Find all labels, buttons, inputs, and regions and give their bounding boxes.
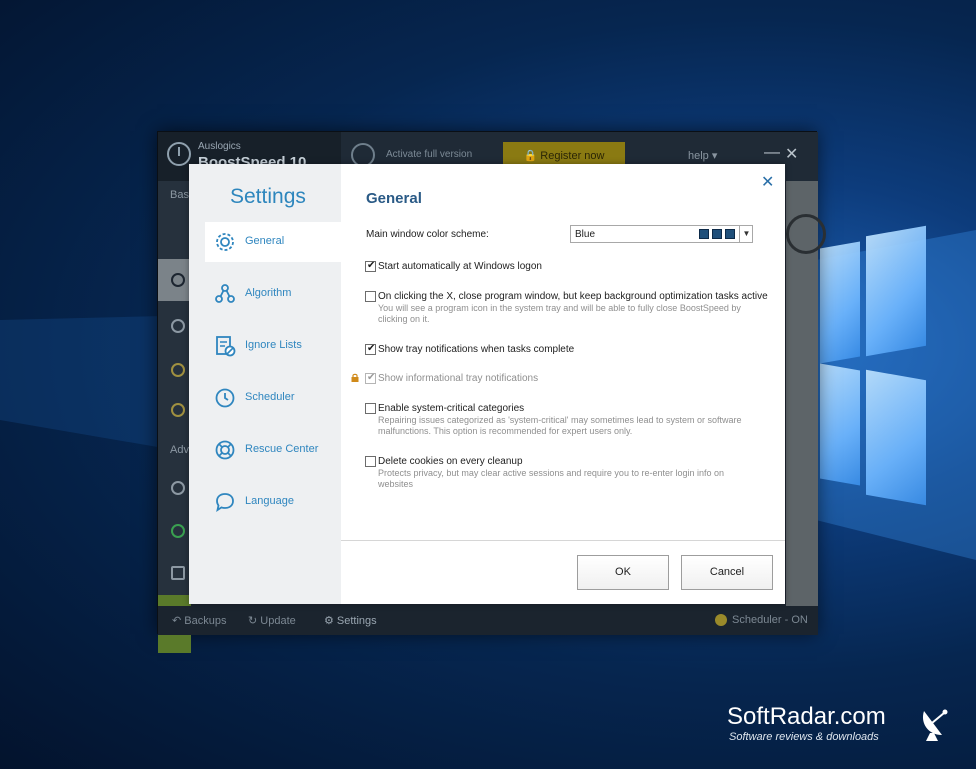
- speedometer-icon[interactable]: [171, 481, 185, 495]
- help-menu[interactable]: help ▾: [688, 149, 717, 162]
- windows-icon[interactable]: [171, 566, 185, 580]
- ok-button[interactable]: OK: [577, 555, 669, 590]
- color-swatch: [712, 229, 722, 239]
- stopwatch-icon: [167, 142, 191, 166]
- info-notifications-checkbox[interactable]: [365, 372, 376, 384]
- satellite-dish-icon: [922, 709, 948, 741]
- search-icon[interactable]: [171, 319, 185, 333]
- tray-notifications-checkbox[interactable]: [365, 343, 376, 355]
- close-to-tray-label: On clicking the X, close program window,…: [378, 291, 768, 302]
- activate-link[interactable]: Activate full version: [386, 149, 472, 160]
- nav-label-language: Language: [245, 495, 294, 507]
- watermark-title: SoftRadar.com: [727, 703, 886, 730]
- nav-item-rescue-center[interactable]: Rescue Center: [205, 430, 341, 470]
- scheduler-status-icon: [715, 614, 727, 626]
- close-icon[interactable]: ✕: [761, 172, 774, 192]
- nav-item-algorithm[interactable]: Algorithm: [205, 274, 341, 314]
- settings-nav-title: Settings: [230, 185, 306, 208]
- tray-notifications-label: Show tray notifications when tasks compl…: [378, 344, 575, 355]
- start-automatically-label: Start automatically at Windows logon: [378, 261, 542, 272]
- system-critical-checkbox[interactable]: [365, 403, 376, 414]
- nav-item-language[interactable]: Language: [205, 482, 341, 522]
- close-window-button[interactable]: ✕: [785, 144, 798, 164]
- close-to-tray-description: You will see a program icon in the syste…: [378, 303, 741, 324]
- dialog-title: General: [366, 190, 422, 207]
- close-circle-icon: [786, 214, 826, 254]
- nodes-icon: [215, 284, 235, 303]
- update-label: Update: [260, 615, 296, 627]
- delete-cookies-label: Delete cookies on every cleanup: [378, 456, 523, 467]
- close-to-tray-checkbox[interactable]: [365, 291, 376, 302]
- shield-icon[interactable]: [171, 363, 185, 377]
- sidebar-advanced-label: Adv: [170, 444, 189, 456]
- settings-nav: Settings General Algorithm Ignore Lists …: [189, 164, 341, 604]
- nav-label-algorithm: Algorithm: [245, 287, 292, 299]
- gear-shield-icon[interactable]: [171, 403, 185, 417]
- dialog-divider: [341, 540, 785, 541]
- settings-button[interactable]: ⚙ Settings: [324, 614, 377, 627]
- scheduler-status[interactable]: Scheduler - ON: [732, 614, 808, 626]
- info-notifications-label: Show informational tray notifications: [378, 373, 539, 384]
- windows-logo: [816, 215, 926, 525]
- nav-label-ignore-lists: Ignore Lists: [245, 339, 302, 351]
- settings-label: Settings: [336, 615, 377, 627]
- speech-bubble-icon: [216, 493, 234, 512]
- color-scheme-label: Main window color scheme:: [366, 229, 489, 240]
- nav-label-scheduler: Scheduler: [245, 391, 295, 403]
- lock-icon: 🔒: [523, 150, 538, 162]
- color-scheme-value: Blue: [575, 229, 596, 240]
- app-bottom-bar: ↶ Backups ↻ Update ⚙ Settings Scheduler …: [158, 606, 818, 635]
- backups-label: Backups: [184, 615, 227, 627]
- color-scheme-select[interactable]: Blue ▼: [570, 225, 753, 243]
- color-swatch: [725, 229, 735, 239]
- scheduler-label: Scheduler -: [732, 614, 789, 626]
- nav-item-general[interactable]: General: [205, 222, 341, 262]
- delete-cookies-checkbox[interactable]: [365, 456, 376, 467]
- backups-button[interactable]: ↶ Backups: [172, 614, 226, 627]
- sidebar-basic-label: Bas: [170, 189, 189, 201]
- clock-icon: [215, 388, 235, 408]
- start-automatically-checkbox[interactable]: [365, 260, 376, 272]
- settings-dialog: Settings General Algorithm Ignore Lists …: [189, 164, 785, 604]
- chrome-icon[interactable]: [171, 524, 185, 538]
- color-swatch: [699, 229, 709, 239]
- scheduler-state: ON: [791, 614, 808, 626]
- update-button[interactable]: ↻ Update: [248, 614, 296, 627]
- system-critical-description: Repairing issues categorized as 'system-…: [378, 415, 742, 436]
- gear-icon: [216, 233, 234, 251]
- padlock-icon: [351, 373, 359, 382]
- nav-label-rescue-center: Rescue Center: [245, 443, 319, 455]
- nav-item-ignore-lists[interactable]: Ignore Lists: [205, 326, 341, 366]
- delete-cookies-description: Protects privacy, but may clear active s…: [378, 468, 725, 489]
- register-label: Register now: [540, 150, 605, 162]
- minimize-button[interactable]: —: [764, 144, 780, 162]
- watermark-subtitle: Software reviews & downloads: [729, 731, 879, 743]
- nav-item-scheduler[interactable]: Scheduler: [205, 378, 341, 418]
- cancel-button[interactable]: Cancel: [681, 555, 773, 590]
- nav-label-general: General: [245, 235, 285, 247]
- chevron-down-icon: ▼: [739, 226, 753, 242]
- dashboard-icon: [171, 273, 185, 287]
- list-block-icon: [216, 336, 236, 357]
- app-sidebar: Bas Adv: [158, 181, 191, 653]
- brand-company: Auslogics: [198, 141, 241, 152]
- system-critical-label: Enable system-critical categories: [378, 403, 525, 414]
- lifebuoy-icon: [215, 440, 235, 460]
